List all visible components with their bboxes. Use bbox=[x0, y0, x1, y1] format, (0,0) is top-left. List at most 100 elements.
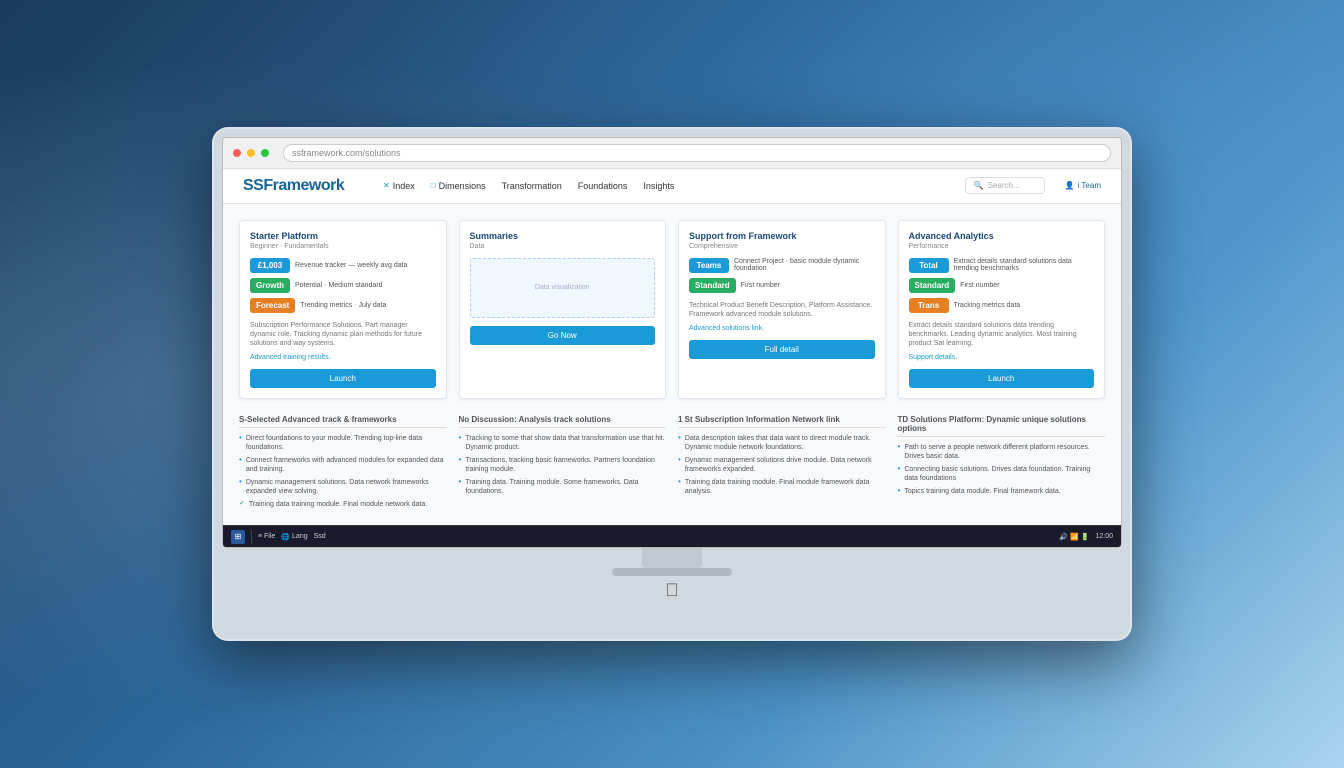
monitor-base bbox=[612, 568, 732, 576]
start-button[interactable]: ⊞ bbox=[231, 530, 245, 544]
list-item: Dynamic management solutions. Data netwo… bbox=[239, 478, 447, 496]
taskbar-item-2[interactable]: 🌐 Lang bbox=[281, 533, 307, 541]
close-dot[interactable] bbox=[233, 149, 241, 157]
maximize-dot[interactable] bbox=[261, 149, 269, 157]
metric-badge-total: Total bbox=[909, 258, 949, 273]
card-2-subtitle: Data bbox=[470, 243, 656, 250]
list-item: Topics training data module. Final frame… bbox=[898, 487, 1106, 496]
card-4-subtitle: Performance bbox=[909, 243, 1095, 250]
bottom-section-4: TD Solutions Platform: Dynamic unique so… bbox=[898, 415, 1106, 510]
sys-icon-1: 🔊 bbox=[1059, 533, 1068, 541]
card-4-button[interactable]: Launch bbox=[909, 369, 1095, 388]
list-item: Training data training module. Final mod… bbox=[239, 500, 447, 509]
taskbar-label-2: Lang bbox=[292, 533, 308, 540]
card-analytics: Advanced Analytics Performance Total Ext… bbox=[898, 220, 1106, 399]
search-placeholder: Search... bbox=[988, 181, 1020, 190]
card-3-button[interactable]: Full detail bbox=[689, 340, 875, 359]
metric-label-teams: Connect Project · basic module dynamic f… bbox=[734, 258, 875, 272]
nav-user[interactable]: 👤 i Team bbox=[1065, 181, 1101, 190]
bottom-section-2-title: No Discussion: Analysis track solutions bbox=[459, 415, 667, 428]
taskbar-item-3[interactable]: Ssd bbox=[314, 533, 326, 540]
list-item: Data description takes that data want to… bbox=[678, 434, 886, 452]
monitor-stand bbox=[642, 548, 702, 568]
metric-badge-revenue: £1,003 bbox=[250, 258, 290, 273]
card-3-desc: Technical Product Benefit Description, P… bbox=[689, 301, 875, 319]
metric-badge-growth: Growth bbox=[250, 278, 290, 293]
cards-grid: Starter Platform Beginner · Fundamentals… bbox=[239, 220, 1105, 399]
browser-chrome: ssframework.com/solutions bbox=[223, 138, 1121, 169]
card-3-subtitle: Comprehensive bbox=[689, 243, 875, 250]
apple-logo:  bbox=[222, 580, 1122, 601]
metric-row-3: Forecast Trending metrics · July data bbox=[250, 298, 436, 313]
list-item: Direct foundations to your module. Trend… bbox=[239, 434, 447, 452]
nav-item-insights[interactable]: Insights bbox=[643, 181, 674, 191]
bottom-section-2-items: Tracking to some that show data that tra… bbox=[459, 434, 667, 497]
minimize-dot[interactable] bbox=[247, 149, 255, 157]
nav-item-dimensions[interactable]: □ Dimensions bbox=[431, 181, 486, 191]
card-1-link[interactable]: Advanced training results. bbox=[250, 354, 436, 361]
metric-label-trans: Tracking metrics data bbox=[954, 302, 1021, 309]
card-4-link[interactable]: Support details. bbox=[909, 354, 1095, 361]
bottom-sections: S-Selected Advanced track & frameworks D… bbox=[239, 415, 1105, 510]
metric-badge-standard-4: Standard bbox=[909, 278, 956, 293]
metric-badge-teams: Teams bbox=[689, 258, 729, 273]
nav-search[interactable]: 🔍 Search... bbox=[965, 177, 1045, 194]
nav-label-foundations: Foundations bbox=[578, 181, 628, 191]
address-text: ssframework.com/solutions bbox=[292, 148, 401, 158]
metric-label-standard-3: First number bbox=[741, 282, 780, 289]
nav-item-foundations[interactable]: Foundations bbox=[578, 181, 628, 191]
bottom-section-4-title: TD Solutions Platform: Dynamic unique so… bbox=[898, 415, 1106, 437]
bottom-section-3: 1 St Subscription Information Network li… bbox=[678, 415, 886, 510]
list-item: Training data training module. Final mod… bbox=[678, 478, 886, 496]
metric-label-growth: Potential · Medium standard bbox=[295, 282, 383, 289]
list-item: Dynamic management solutions drive modul… bbox=[678, 456, 886, 474]
main-content: Starter Platform Beginner · Fundamentals… bbox=[223, 204, 1121, 526]
metric-row-4-2: Standard First number bbox=[909, 278, 1095, 293]
metric-badge-standard-3: Standard bbox=[689, 278, 736, 293]
list-item: Training data. Training module. Some fra… bbox=[459, 478, 667, 496]
card-2-button[interactable]: Go Now bbox=[470, 326, 656, 345]
bottom-section-2: No Discussion: Analysis track solutions … bbox=[459, 415, 667, 510]
card-3-link[interactable]: Advanced solutions link. bbox=[689, 325, 875, 332]
nav-user-label: i Team bbox=[1078, 181, 1101, 190]
card-4-metrics: Total Extract details standard solutions… bbox=[909, 258, 1095, 313]
metric-label-forecast: Trending metrics · July data bbox=[300, 302, 386, 309]
search-icon: 🔍 bbox=[974, 181, 984, 190]
nav-items: ✕ Index □ Dimensions Transformation Foun… bbox=[383, 181, 945, 191]
sys-icon-2: 📶 bbox=[1070, 533, 1079, 541]
card-1-metrics: £1,003 Revenue tracker — weekly avg data… bbox=[250, 258, 436, 313]
metric-row-4-3: Trans Tracking metrics data bbox=[909, 298, 1095, 313]
nav-logo: SSFramework bbox=[243, 177, 363, 195]
metric-row-1: £1,003 Revenue tracker — weekly avg data bbox=[250, 258, 436, 273]
metric-row-2: Growth Potential · Medium standard bbox=[250, 278, 436, 293]
nav-item-index[interactable]: ✕ Index bbox=[383, 181, 415, 191]
taskbar-label-1: ≡ File bbox=[258, 533, 275, 540]
card-4-title: Advanced Analytics bbox=[909, 231, 1095, 241]
bottom-section-4-items: Path to serve a people network different… bbox=[898, 443, 1106, 497]
taskbar-clock: 12:00 bbox=[1095, 533, 1113, 540]
dimensions-icon: □ bbox=[431, 181, 436, 190]
nav-item-transformation[interactable]: Transformation bbox=[502, 181, 562, 191]
taskbar: ⊞ ≡ File 🌐 Lang Ssd 🔊 📶 🔋 12:00 bbox=[223, 525, 1121, 547]
taskbar-item-1[interactable]: ≡ File bbox=[258, 533, 275, 540]
card-summaries: Summaries Data Data visualization Go Now bbox=[459, 220, 667, 399]
card-2-placeholder: Data visualization bbox=[470, 258, 656, 318]
metric-row-3-1: Teams Connect Project · basic module dyn… bbox=[689, 258, 875, 273]
metric-row-3-2: Standard First number bbox=[689, 278, 875, 293]
taskbar-separator bbox=[251, 530, 252, 544]
card-4-desc: Extract details standard solutions data … bbox=[909, 321, 1095, 348]
address-bar[interactable]: ssframework.com/solutions bbox=[283, 144, 1111, 162]
card-2-placeholder-text: Data visualization bbox=[535, 284, 590, 291]
card-starter: Starter Platform Beginner · Fundamentals… bbox=[239, 220, 447, 399]
sys-icon-3: 🔋 bbox=[1081, 533, 1090, 541]
taskbar-item-sys: 🔊 📶 🔋 bbox=[1059, 533, 1089, 541]
metric-label-standard-4: First number bbox=[960, 282, 999, 289]
metric-badge-forecast: Forecast bbox=[250, 298, 295, 313]
list-item: Tracking to some that show data that tra… bbox=[459, 434, 667, 452]
card-3-metrics: Teams Connect Project · basic module dyn… bbox=[689, 258, 875, 293]
metric-row-4-1: Total Extract details standard solutions… bbox=[909, 258, 1095, 273]
card-2-title: Summaries bbox=[470, 231, 656, 241]
nav-label-dimensions: Dimensions bbox=[439, 181, 486, 191]
card-1-button[interactable]: Launch bbox=[250, 369, 436, 388]
bottom-section-1: S-Selected Advanced track & frameworks D… bbox=[239, 415, 447, 510]
